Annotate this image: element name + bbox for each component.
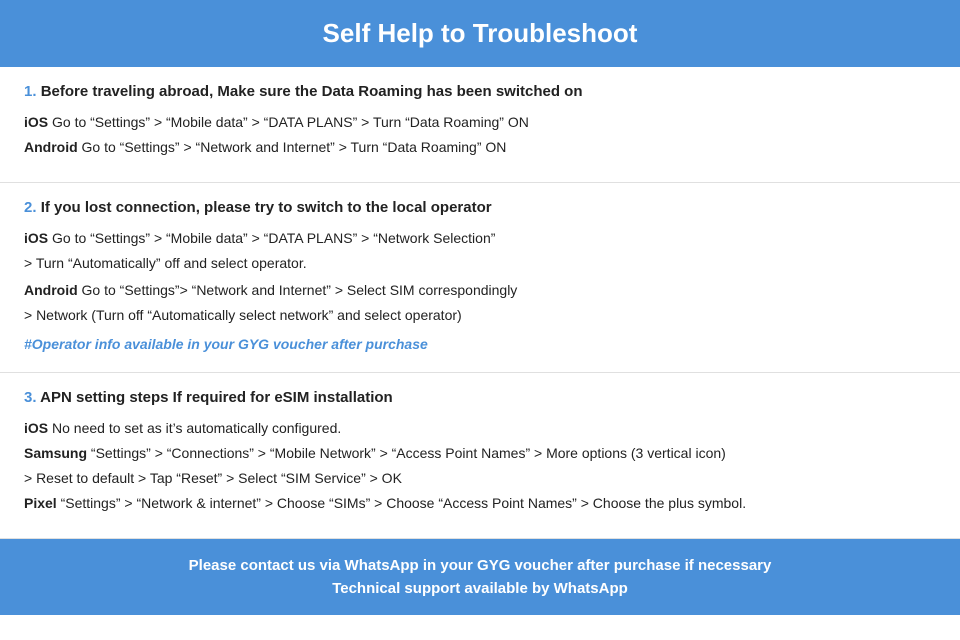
section-1-number: 1. xyxy=(24,83,37,100)
step-3-4-text: “Settings” > “Network & internet” > Choo… xyxy=(57,495,746,511)
section-3-step-2: Samsung “Settings” > “Connections” > “Mo… xyxy=(24,443,936,464)
step-3-1-text: No need to set as it’s automatically con… xyxy=(48,420,341,436)
section-2-step-2: > Turn “Automatically” off and select op… xyxy=(24,253,936,274)
step-2-1-text: Go to “Settings” > “Mobile data” > “DATA… xyxy=(48,230,495,246)
page-title: Self Help to Troubleshoot xyxy=(20,18,940,49)
section-1-text: Before traveling abroad, Make sure the D… xyxy=(41,83,583,100)
step-1-2-text: Go to “Settings” > “Network and Internet… xyxy=(78,139,507,155)
section-3-step-1: iOS No need to set as it’s automatically… xyxy=(24,418,936,439)
footer-line2: Technical support available by WhatsApp xyxy=(20,580,940,597)
section-1: 1. Before traveling abroad, Make sure th… xyxy=(0,67,960,183)
section-3: 3. APN setting steps If required for eSI… xyxy=(0,373,960,539)
step-1-1-text: Go to “Settings” > “Mobile data” > “DATA… xyxy=(48,114,529,130)
step-1-2-label: Android xyxy=(24,139,78,155)
header: Self Help to Troubleshoot xyxy=(0,0,960,67)
section-3-step-4: Pixel “Settings” > “Network & internet” … xyxy=(24,493,936,514)
step-2-1-label: iOS xyxy=(24,230,48,246)
section-1-title: 1. Before traveling abroad, Make sure th… xyxy=(24,83,936,100)
section-2-step-1: iOS Go to “Settings” > “Mobile data” > “… xyxy=(24,228,936,249)
section-2-text: If you lost connection, please try to sw… xyxy=(41,199,492,216)
step-3-1-label: iOS xyxy=(24,420,48,436)
footer: Please contact us via WhatsApp in your G… xyxy=(0,539,960,615)
step-2-3-text: Go to “Settings”> “Network and Internet”… xyxy=(78,282,518,298)
section-2-step-4: > Network (Turn off “Automatically selec… xyxy=(24,305,936,326)
step-2-4-text: > Network (Turn off “Automatically selec… xyxy=(24,307,462,323)
section-2-title: 2. If you lost connection, please try to… xyxy=(24,199,936,216)
section-2: 2. If you lost connection, please try to… xyxy=(0,183,960,373)
section-3-text: APN setting steps If required for eSIM i… xyxy=(40,389,393,406)
step-3-2-label: Samsung xyxy=(24,445,87,461)
step-2-2-text: > Turn “Automatically” off and select op… xyxy=(24,255,307,271)
section-2-number: 2. xyxy=(24,199,37,216)
section-3-number: 3. xyxy=(24,389,37,406)
step-2-3-label: Android xyxy=(24,282,78,298)
step-3-3-text: > Reset to default > Tap “Reset” > Selec… xyxy=(24,470,402,486)
section-2-step-3: Android Go to “Settings”> “Network and I… xyxy=(24,280,936,301)
step-1-1-label: iOS xyxy=(24,114,48,130)
step-3-2-text: “Settings” > “Connections” > “Mobile Net… xyxy=(87,445,726,461)
content: 1. Before traveling abroad, Make sure th… xyxy=(0,67,960,539)
section-3-step-3: > Reset to default > Tap “Reset” > Selec… xyxy=(24,468,936,489)
section-2-note: #Operator info available in your GYG vou… xyxy=(24,336,936,352)
section-1-step-1: iOS Go to “Settings” > “Mobile data” > “… xyxy=(24,112,936,133)
section-3-title: 3. APN setting steps If required for eSI… xyxy=(24,389,936,406)
step-3-4-label: Pixel xyxy=(24,495,57,511)
footer-line1: Please contact us via WhatsApp in your G… xyxy=(20,557,940,574)
section-1-step-2: Android Go to “Settings” > “Network and … xyxy=(24,137,936,158)
